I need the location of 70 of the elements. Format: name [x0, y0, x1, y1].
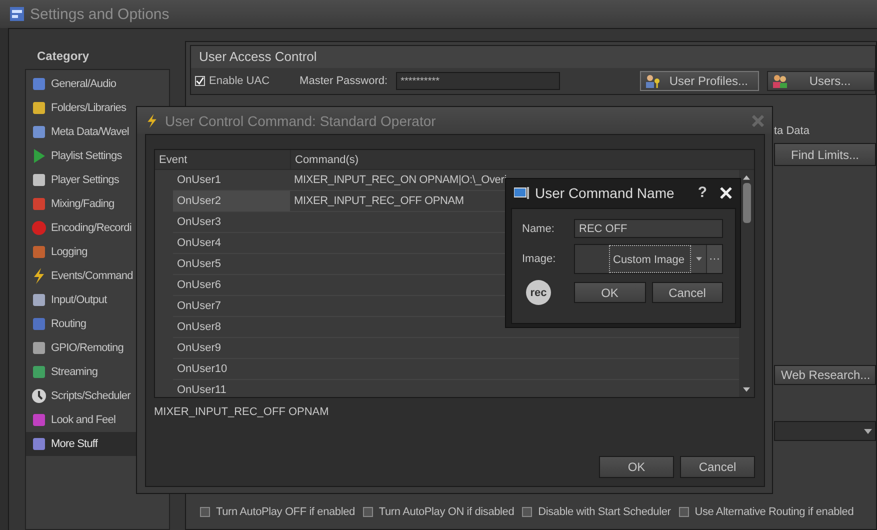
cancel-button[interactable]: Cancel [680, 456, 755, 478]
category-item[interactable]: Streaming [26, 360, 169, 384]
column-header[interactable]: Command(s) [291, 150, 739, 169]
option-checkbox[interactable]: Disable with Start Scheduler [522, 506, 671, 518]
up-arrow-icon[interactable] [743, 175, 750, 180]
category-item[interactable]: General/Audio [26, 72, 169, 96]
column-header[interactable]: Event [155, 150, 291, 169]
event-cell[interactable]: OnUser5 [173, 254, 290, 274]
category-item[interactable]: Player Settings [26, 168, 169, 192]
ok-button[interactable]: OK [574, 282, 646, 303]
down-arrow-icon[interactable] [743, 387, 750, 392]
users-button[interactable]: Users... [767, 71, 875, 91]
event-cell[interactable]: OnUser2 [173, 191, 290, 211]
enable-uac-checkbox[interactable]: Enable UAC [195, 75, 270, 87]
category-item[interactable]: Mixing/Fading [26, 192, 169, 216]
name-field[interactable]: REC OFF [574, 219, 723, 238]
user-profiles-button[interactable]: User Profiles... [640, 71, 759, 91]
event-cell[interactable]: OnUser10 [173, 359, 290, 379]
clock-icon [31, 388, 47, 404]
command-cell-text: MIXER_INPUT_REC_OFF OPNAM [293, 195, 464, 207]
help-button[interactable]: ? [698, 184, 707, 201]
dialog-title: User Command Name [535, 184, 676, 200]
command-preview: MIXER_INPUT_REC_OFF OPNAM [154, 406, 330, 418]
dialog-title: User Control Command: Standard Operator [165, 112, 437, 128]
category-item[interactable]: Input/Output [26, 288, 169, 312]
category-item[interactable]: Scripts/Scheduler [26, 384, 169, 408]
dropdown-arrow-icon [864, 428, 872, 434]
lightning-icon [31, 268, 47, 284]
password-label: Master Password: [300, 75, 388, 87]
group-header: User Access Control [191, 46, 875, 68]
checkmark-icon [196, 75, 204, 87]
password-field[interactable]: ********** [396, 72, 560, 90]
window-title: Settings and Options [30, 6, 170, 22]
image-label: Image: [522, 253, 557, 265]
category-heading: Category [37, 49, 90, 63]
event-cell[interactable]: OnUser8 [173, 317, 290, 337]
cancel-button[interactable]: Cancel [652, 282, 723, 303]
dropdown-arrow-icon [696, 257, 702, 261]
category-item[interactable]: GPIO/Remoting [26, 336, 169, 360]
find-limits-button[interactable]: Find Limits... [774, 143, 876, 166]
monitor-icon [514, 186, 530, 198]
web-research-button[interactable]: Web Research... [774, 365, 876, 385]
section-label: ta Data [774, 124, 810, 139]
lightning-icon [145, 114, 159, 128]
name-label: Name: [522, 222, 556, 234]
category-item[interactable]: Events/Command [26, 264, 169, 288]
command-cell-text: MIXER_INPUT_REC_ON OPNAM|O:\_Overi [293, 174, 506, 186]
user-key-icon [645, 74, 662, 88]
ok-button[interactable]: OK [599, 456, 674, 478]
scrollbar[interactable] [739, 170, 754, 397]
category-item[interactable]: Routing [26, 312, 169, 336]
rec-badge: rec [526, 280, 551, 305]
event-cell[interactable]: OnUser9 [173, 338, 290, 358]
scrollbar-thumb[interactable] [742, 183, 750, 223]
event-cell[interactable]: OnUser7 [173, 296, 290, 316]
event-cell[interactable]: OnUser1 [173, 170, 290, 190]
event-cell[interactable]: OnUser4 [173, 233, 290, 253]
play-icon [31, 148, 47, 164]
record-icon [31, 220, 47, 236]
event-cell[interactable]: OnUser3 [173, 212, 290, 232]
users-icon [772, 74, 788, 88]
app-icon [10, 7, 24, 21]
event-cell[interactable]: OnUser11 [173, 380, 290, 397]
option-checkbox[interactable]: Turn AutoPlay ON if disabled [362, 506, 514, 518]
category-item[interactable]: Logging [26, 240, 169, 264]
option-checkbox[interactable]: Use Alternative Routing if enabled [678, 506, 854, 518]
category-item[interactable]: Encoding/Recordi [26, 216, 169, 240]
browse-button[interactable]: ··· [706, 245, 722, 273]
event-cell[interactable]: OnUser6 [173, 275, 290, 295]
option-checkbox[interactable]: Turn AutoPlay OFF if enabled [200, 506, 355, 518]
